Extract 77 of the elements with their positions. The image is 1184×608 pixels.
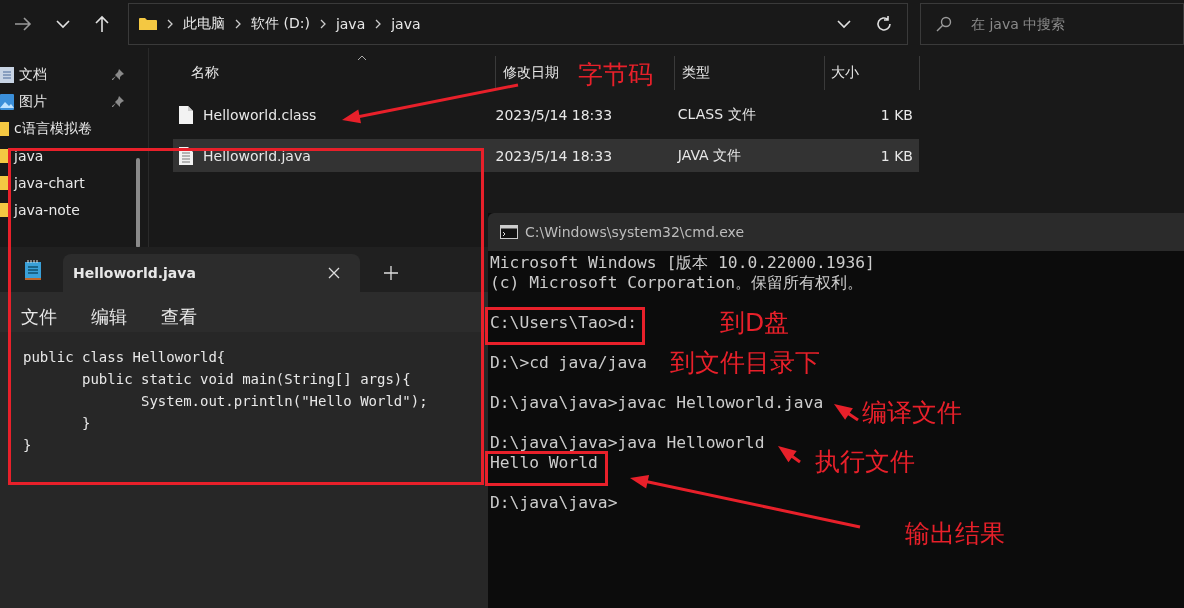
address-bar[interactable]: 此电脑 软件 (D:) java java xyxy=(128,3,908,45)
sidebar-item[interactable]: java xyxy=(0,145,148,167)
console-line: D:\java\java> xyxy=(490,495,618,511)
close-icon[interactable] xyxy=(328,267,340,279)
refresh-icon[interactable] xyxy=(875,15,893,33)
size-cell-text: 1 KB xyxy=(879,147,914,164)
document-icon xyxy=(0,67,14,83)
search-field[interactable]: 在 java 中搜索 xyxy=(920,3,1184,45)
sidebar-item[interactable]: c语言模拟卷 xyxy=(0,118,148,140)
console-line: D:\java\java>javac Helloworld.java xyxy=(490,395,824,411)
sidebar-item[interactable]: java-note xyxy=(0,199,148,221)
file-row[interactable]: Helloworld.java 2023/5/14 18:33 JAVA 文件 1 KB xyxy=(173,139,919,172)
annotation-label: 到D盘 xyxy=(720,307,790,339)
file-icon xyxy=(179,105,193,124)
plus-icon[interactable] xyxy=(384,266,398,280)
chevron-down-icon[interactable] xyxy=(56,19,70,29)
file-row[interactable]: Helloworld.class 2023/5/14 18:33 CLASS 文件 1 KB xyxy=(173,98,919,131)
date-cell-text: 2023/5/14 18:33 xyxy=(494,147,614,164)
annotation-arrow xyxy=(834,404,859,422)
sort-caret-icon xyxy=(357,55,367,61)
forward-icon[interactable] xyxy=(14,16,32,32)
code-line: System.out.println("Hello World"); xyxy=(140,392,428,411)
chevron-right-icon xyxy=(319,19,326,29)
console-line: Microsoft Windows [版本 10.0.22000.1936] xyxy=(490,255,875,271)
up-arrow-icon[interactable] xyxy=(94,15,110,33)
scrollbar[interactable] xyxy=(136,158,140,248)
pin-icon xyxy=(112,96,124,108)
tab[interactable]: Helloworld.java xyxy=(63,254,360,292)
breadcrumb[interactable]: 软件 (D:) xyxy=(251,15,310,33)
sidebar-item[interactable]: 文档 xyxy=(0,64,148,86)
pin-icon xyxy=(112,69,124,81)
search-icon xyxy=(936,16,952,32)
annotation-label: 字节码 xyxy=(578,59,653,91)
chevron-right-icon xyxy=(167,19,173,29)
menu-item[interactable]: 查看 xyxy=(161,305,197,329)
annotation-label: 执行文件 xyxy=(815,446,915,478)
folder-icon xyxy=(0,176,9,190)
chevron-right-icon xyxy=(375,19,382,29)
column-header[interactable]: 名称 xyxy=(173,56,495,90)
console-line: D:\>cd java/java xyxy=(490,355,647,371)
chevron-down-icon[interactable] xyxy=(837,19,851,29)
chevron-right-icon xyxy=(235,19,241,29)
folder-icon xyxy=(0,122,9,136)
menu-item[interactable]: 文件 xyxy=(21,305,57,329)
code-line: } xyxy=(81,414,91,433)
code-line: public static void main(String[] args){ xyxy=(81,370,411,389)
code-line: } xyxy=(23,436,32,455)
breadcrumb[interactable]: 此电脑 xyxy=(183,15,225,33)
notepad-icon xyxy=(25,260,41,280)
type-cell-text: JAVA 文件 xyxy=(676,146,743,165)
size-cell-text: 1 KB xyxy=(879,106,914,123)
console-line: Hello World xyxy=(490,455,598,471)
column-header[interactable]: 大小 xyxy=(824,56,920,90)
console-line: D:\java\java>java Helloworld xyxy=(490,435,765,451)
breadcrumb[interactable]: java xyxy=(335,16,366,32)
folder-icon xyxy=(0,149,9,163)
type-cell-text: CLASS 文件 xyxy=(676,105,757,124)
file-name: Helloworld.java xyxy=(203,147,311,164)
console-line: C:\Users\Tao>d: xyxy=(490,315,638,331)
window-title: C:\Windows\system32\cmd.exe xyxy=(525,224,745,240)
code-line: public class Helloworld{ xyxy=(23,348,226,367)
annotation-label: 到文件目录下 xyxy=(670,347,820,379)
date-cell-text: 2023/5/14 18:33 xyxy=(494,106,614,123)
annotation-label: 输出结果 xyxy=(905,518,1005,550)
folder-icon xyxy=(139,17,157,31)
picture-icon xyxy=(0,94,14,110)
console-line: (c) Microsoft Corporation。保留所有权利。 xyxy=(490,275,864,291)
annotation-arrow xyxy=(778,446,801,464)
breadcrumb[interactable]: java xyxy=(391,16,421,32)
sidebar-item[interactable]: 图片 xyxy=(0,91,148,113)
sidebar-item[interactable]: java-chart xyxy=(0,172,148,194)
menu-item[interactable]: 编辑 xyxy=(91,305,127,329)
console-icon xyxy=(500,225,518,239)
file-name: Helloworld.class xyxy=(203,106,317,123)
folder-icon xyxy=(0,203,9,217)
annotation-label: 编译文件 xyxy=(862,397,962,429)
column-header[interactable]: 类型 xyxy=(674,56,824,90)
